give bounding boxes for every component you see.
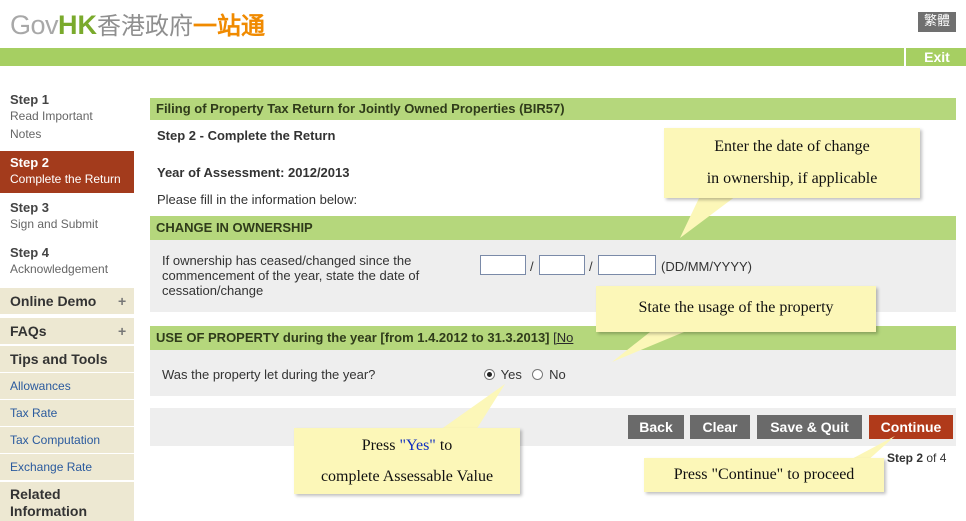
yes-callout-line-1: Press "Yes" to bbox=[294, 430, 520, 461]
press-continue-callout: Press "Continue" to proceed bbox=[644, 458, 884, 492]
press-yes-callout: Press "Yes" to complete Assessable Value bbox=[294, 428, 520, 494]
property-usage-callout: State the usage of the property bbox=[596, 286, 876, 332]
yes-callout-pointer bbox=[440, 384, 505, 430]
yes-callout-to: to bbox=[435, 437, 453, 454]
date-callout-pointer bbox=[680, 196, 736, 238]
date-callout-line-1: Enter the date of change bbox=[714, 138, 870, 155]
date-change-callout: Enter the date of change in ownership, i… bbox=[664, 128, 920, 198]
yes-callout-highlight: "Yes" bbox=[399, 437, 436, 454]
yes-callout-line-2: complete Assessable Value bbox=[320, 468, 494, 485]
date-callout-line-2: in ownership, if applicable bbox=[706, 170, 878, 187]
usage-callout-pointer bbox=[612, 332, 684, 362]
yes-callout-press: Press bbox=[361, 437, 400, 454]
